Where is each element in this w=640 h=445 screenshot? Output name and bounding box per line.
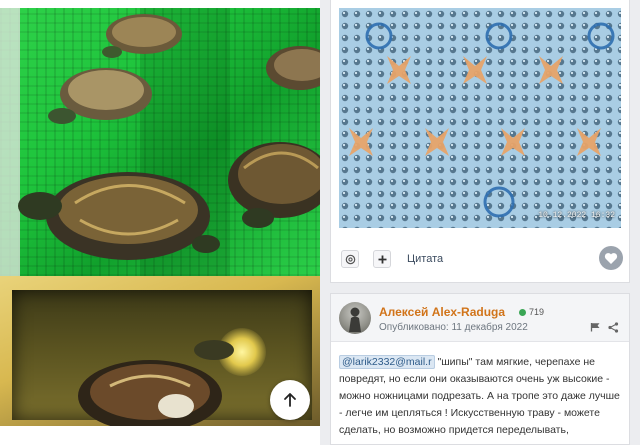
post-card: 10.12.2022 16:32 Цитата — [330, 0, 630, 283]
plus-icon — [378, 255, 386, 263]
user-mention[interactable]: @larik2332@mail.r — [339, 355, 435, 369]
post-card: Алексей Alex-Raduga 719 Опубликовано: 11… — [330, 293, 630, 445]
reputation-count: 719 — [529, 307, 545, 317]
share-icon[interactable] — [608, 322, 619, 333]
at-icon — [345, 254, 355, 264]
avatar-figure — [349, 307, 361, 332]
post-date[interactable]: Опубликовано: 11 декабря 2022 — [379, 322, 528, 333]
scroll-to-top-button[interactable] — [270, 380, 310, 420]
mat-pattern — [339, 8, 621, 228]
reputation-icon — [519, 308, 526, 316]
flag-icon[interactable] — [590, 322, 601, 332]
post-header: Алексей Alex-Raduga 719 Опубликовано: 11… — [331, 294, 629, 342]
quote-button[interactable]: Цитата — [407, 253, 443, 265]
arrow-up-icon — [284, 393, 296, 407]
grass-mat-photo[interactable]: 10.12.2022 16:32 — [339, 8, 621, 228]
heart-icon — [604, 252, 618, 264]
turtles-on-mat-photo[interactable] — [0, 8, 320, 276]
photo-timestamp: 10.12.2022 16:32 — [538, 211, 615, 220]
multi-quote-button[interactable] — [373, 250, 391, 268]
reputation-badge: 719 — [519, 307, 544, 317]
author-name[interactable]: Алексей Alex-Raduga — [379, 305, 505, 319]
avatar[interactable] — [339, 302, 371, 334]
post-actions-bar: Цитата — [339, 244, 623, 276]
like-button[interactable] — [599, 246, 623, 270]
left-photo-column — [0, 0, 320, 445]
post-content: @larik2332@mail.r "шипы" там мягкие, чер… — [339, 354, 625, 439]
report-button[interactable] — [341, 250, 359, 268]
post-column: 10.12.2022 16:32 Цитата Алексей Alex-Rad… — [330, 0, 630, 445]
turtle-shapes — [18, 14, 320, 260]
